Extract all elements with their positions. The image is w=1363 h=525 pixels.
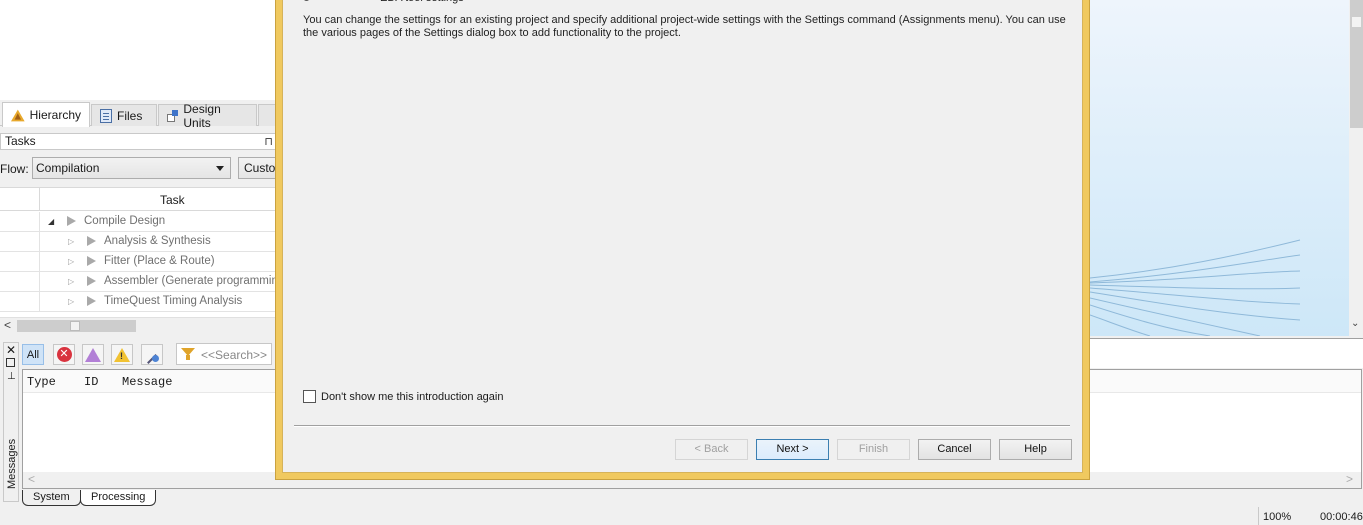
- task-label: Analysis & Synthesis: [104, 235, 211, 247]
- filter-critical-warnings-button[interactable]: [82, 344, 104, 365]
- next-button[interactable]: Next >: [756, 439, 829, 460]
- task-status-cell: [0, 232, 40, 252]
- play-icon[interactable]: [87, 256, 96, 266]
- task-row[interactable]: ▷ Analysis & Synthesis: [0, 232, 276, 252]
- suppress-button[interactable]: [141, 344, 163, 365]
- filter-all-button[interactable]: All: [22, 344, 44, 365]
- dialog-separator: [294, 425, 1070, 427]
- project-navigator-tabs: Hierarchy Files Design Units: [0, 102, 288, 130]
- tasks-title: Tasks: [5, 134, 36, 148]
- filter-funnel-icon: [181, 348, 195, 360]
- scroll-left-icon[interactable]: <: [4, 318, 11, 332]
- scroll-left-icon[interactable]: <: [28, 472, 35, 486]
- collapse-icon[interactable]: ▷: [68, 257, 74, 266]
- task-row[interactable]: ▷ Assembler (Generate programming files): [0, 272, 276, 292]
- search-placeholder: <<Search>>: [201, 348, 268, 362]
- tab-label: Hierarchy: [29, 108, 81, 122]
- close-icon[interactable]: ✕: [6, 343, 16, 357]
- column-id[interactable]: ID: [84, 375, 98, 389]
- checkbox-box[interactable]: [303, 390, 316, 403]
- messages-dock-bar: ✕ ⊥ Messages: [3, 342, 19, 502]
- flow-select[interactable]: Compilation: [32, 157, 231, 179]
- status-divider: [1258, 507, 1259, 525]
- scrollbar-thumb[interactable]: [70, 321, 80, 331]
- float-window-icon[interactable]: [6, 358, 15, 367]
- scrollbar-thumb[interactable]: [1352, 17, 1361, 27]
- tab-label: Design Units: [183, 101, 221, 130]
- intro-paragraph: You can change the settings for an exist…: [303, 14, 1066, 39]
- pin-icon[interactable]: ⊥: [7, 371, 16, 382]
- scrollbar-track[interactable]: [1350, 0, 1363, 128]
- checkbox-label: Don't show me this introduction again: [321, 390, 504, 403]
- home-vertical-scrollbar[interactable]: ⌄: [1349, 0, 1363, 336]
- tasks-horizontal-scrollbar[interactable]: <: [0, 317, 276, 333]
- task-table-header: Task: [0, 188, 276, 211]
- column-type[interactable]: Type: [27, 375, 56, 389]
- back-button[interactable]: < Back: [675, 439, 748, 460]
- suppress-icon: [145, 348, 159, 362]
- play-icon[interactable]: [87, 296, 96, 306]
- messages-vertical-label: Messages: [6, 438, 18, 489]
- status-zoom: 100%: [1263, 511, 1292, 523]
- tab-design-units[interactable]: Design Units: [158, 102, 257, 130]
- filter-all-label: All: [26, 348, 40, 361]
- filter-warnings-button[interactable]: !: [111, 344, 133, 365]
- finish-button[interactable]: Finish: [837, 439, 910, 460]
- task-table: Task ◢ Compile Design ▷ Analysis & Synth…: [0, 187, 276, 317]
- project-navigator-blank-area: [0, 0, 276, 100]
- design-units-icon: [167, 109, 179, 122]
- task-row[interactable]: ▷ Fitter (Place & Route): [0, 252, 276, 272]
- tab-label: Files: [117, 108, 143, 123]
- collapse-icon[interactable]: ▷: [68, 237, 74, 246]
- help-button[interactable]: Help: [999, 439, 1072, 460]
- flow-value: Compilation: [36, 161, 100, 175]
- new-project-wizard-dialog: EDA tool settings You can change the set…: [275, 0, 1090, 480]
- status-elapsed-time: 00:00:46: [1320, 511, 1363, 523]
- hierarchy-warning-icon: [11, 109, 25, 121]
- partial-bullet-text: EDA tool settings: [380, 0, 464, 4]
- home-background: [1090, 0, 1349, 336]
- bullet-icon: [303, 0, 310, 1]
- dialog-body: EDA tool settings You can change the set…: [282, 0, 1083, 473]
- decorative-curves: [1090, 239, 1301, 336]
- tab-processing[interactable]: Processing: [80, 490, 157, 506]
- pin-icon[interactable]: ⊓: [264, 135, 273, 150]
- message-search-input[interactable]: <<Search>>: [176, 343, 272, 365]
- task-label: TimeQuest Timing Analysis: [104, 295, 243, 307]
- cancel-button[interactable]: Cancel: [918, 439, 991, 460]
- play-icon[interactable]: [67, 216, 76, 226]
- flow-label: Flow:: [0, 162, 29, 176]
- task-column-header[interactable]: Task: [160, 193, 185, 207]
- task-label: Compile Design: [84, 215, 166, 227]
- task-status-cell: [0, 292, 40, 312]
- filter-errors-button[interactable]: ✕: [53, 344, 75, 365]
- scrollbar-track[interactable]: [17, 320, 136, 332]
- chevron-down-icon: [216, 166, 224, 171]
- tasks-header: Tasks ⊓: [0, 133, 276, 150]
- files-icon: [100, 108, 112, 123]
- scroll-down-icon[interactable]: ⌄: [1351, 318, 1359, 329]
- critical-warning-icon: [85, 347, 101, 362]
- tab-hierarchy[interactable]: Hierarchy: [2, 102, 90, 127]
- task-label: Fitter (Place & Route): [104, 255, 215, 267]
- play-icon[interactable]: [87, 236, 96, 246]
- task-row[interactable]: ▷ TimeQuest Timing Analysis: [0, 292, 276, 312]
- column-message[interactable]: Message: [122, 375, 172, 389]
- scroll-right-icon[interactable]: >: [1346, 472, 1353, 486]
- task-status-cell: [0, 252, 40, 272]
- dont-show-again-checkbox[interactable]: Don't show me this introduction again: [303, 390, 503, 403]
- tab-files[interactable]: Files: [91, 104, 157, 126]
- tab-system[interactable]: System: [22, 490, 81, 506]
- task-label: Assembler (Generate programming files): [104, 275, 276, 287]
- warning-icon: !: [114, 347, 130, 362]
- task-row[interactable]: ◢ Compile Design: [0, 212, 276, 232]
- task-status-cell: [0, 272, 40, 291]
- collapse-icon[interactable]: ▷: [68, 277, 74, 286]
- task-status-cell: [0, 212, 40, 232]
- status-column-header: [0, 188, 40, 211]
- expand-icon[interactable]: ◢: [48, 217, 54, 226]
- collapse-icon[interactable]: ▷: [68, 297, 74, 306]
- error-icon: ✕: [56, 347, 72, 362]
- play-icon[interactable]: [87, 276, 96, 286]
